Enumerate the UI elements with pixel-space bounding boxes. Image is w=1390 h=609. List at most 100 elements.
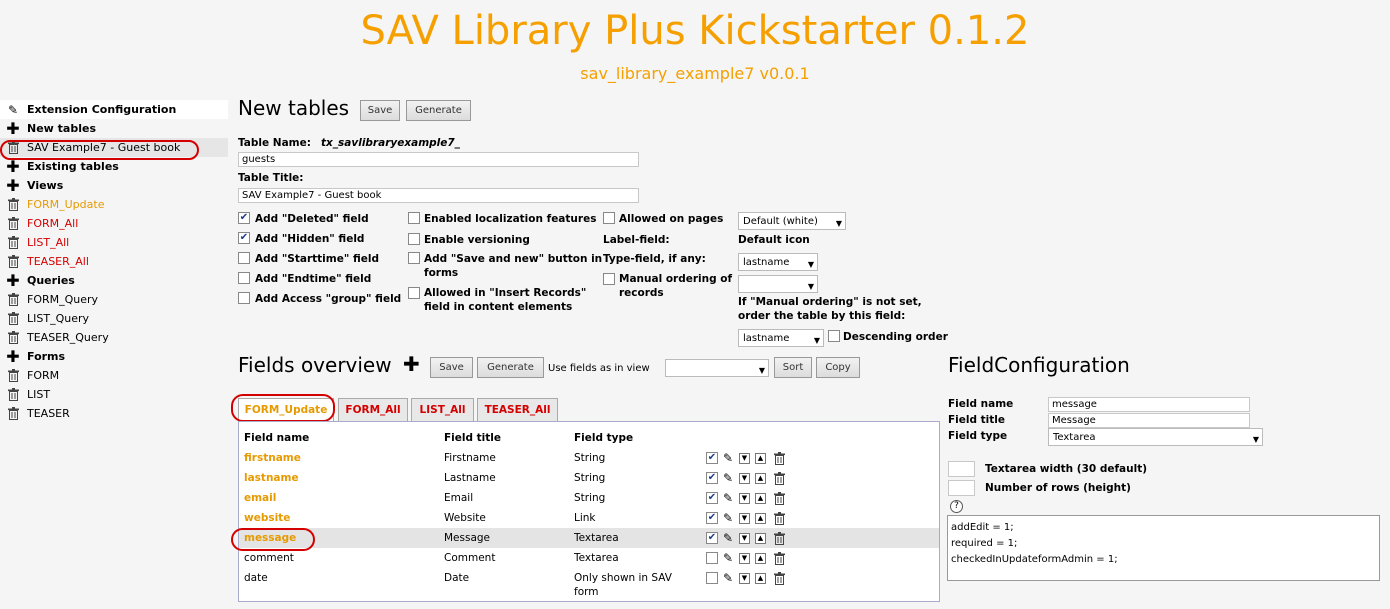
generate-button[interactable]: Generate — [406, 100, 471, 121]
table-option-checkbox[interactable]: ✔ — [238, 212, 250, 224]
sidebar-item[interactable]: ✚ Forms — [0, 347, 228, 366]
number-of-rows-input[interactable] — [948, 480, 975, 496]
table-row[interactable]: lastname Lastname String ✔ ✎ ▼ ▲ — [239, 468, 939, 488]
sidebar-item[interactable]: LIST_All — [0, 233, 228, 252]
table-title-input[interactable]: SAV Example7 - Guest book — [238, 188, 639, 203]
field-name-cell[interactable]: date — [244, 572, 268, 584]
move-up-icon[interactable]: ▲ — [755, 573, 766, 584]
field-enabled-checkbox[interactable]: ✔ — [706, 452, 718, 464]
table-option-checkbox[interactable] — [238, 272, 250, 284]
order-field-select[interactable]: lastname ▼ — [738, 329, 824, 347]
edit-icon[interactable]: ✎ — [723, 471, 733, 485]
fields-generate-button[interactable]: Generate — [477, 357, 544, 378]
move-down-icon[interactable]: ▼ — [739, 493, 750, 504]
field-title-input[interactable]: Message — [1048, 413, 1250, 428]
localization-checkbox[interactable] — [408, 212, 420, 224]
move-up-icon[interactable]: ▲ — [755, 493, 766, 504]
copy-button[interactable]: Copy — [816, 357, 860, 378]
sidebar-item[interactable]: LIST — [0, 385, 228, 404]
edit-icon[interactable]: ✎ — [723, 551, 733, 565]
fields-save-button[interactable]: Save — [430, 357, 473, 378]
tab-teaser-all[interactable]: TEASER_All — [477, 398, 558, 421]
tab-form-all[interactable]: FORM_All — [338, 398, 408, 421]
textarea-width-input[interactable] — [948, 461, 975, 477]
configuration-textarea[interactable]: addEdit = 1; required = 1; checkedInUpda… — [947, 515, 1380, 581]
sidebar-item[interactable]: TEASER_All — [0, 252, 228, 271]
table-row[interactable]: firstname Firstname String ✔ ✎ ▼ ▲ — [239, 448, 939, 468]
allowed-pages-checkbox[interactable] — [603, 212, 615, 224]
sidebar-item[interactable]: ✚ Queries — [0, 271, 228, 290]
edit-icon[interactable]: ✎ — [723, 491, 733, 505]
table-row[interactable]: email Email String ✔ ✎ ▼ ▲ — [239, 488, 939, 508]
field-name-cell[interactable]: firstname — [244, 452, 301, 464]
move-up-icon[interactable]: ▲ — [755, 513, 766, 524]
manual-ordering-checkbox[interactable] — [603, 273, 615, 285]
move-up-icon[interactable]: ▲ — [755, 473, 766, 484]
table-option-checkbox[interactable] — [238, 292, 250, 304]
descending-order-checkbox[interactable] — [828, 330, 840, 342]
label-field-select[interactable]: lastname ▼ — [738, 253, 818, 271]
add-field-icon[interactable]: ✚ — [403, 354, 420, 374]
table-row[interactable]: comment Comment Textarea ✎ ▼ ▲ — [239, 548, 939, 568]
field-enabled-checkbox[interactable] — [706, 572, 718, 584]
field-name-input[interactable]: message — [1048, 397, 1250, 412]
table-option-checkbox[interactable] — [238, 252, 250, 264]
sidebar-item[interactable]: FORM_All — [0, 214, 228, 233]
background-color-select[interactable]: Default (white) ▼ — [738, 212, 846, 230]
delete-icon[interactable] — [773, 572, 786, 588]
field-enabled-checkbox[interactable]: ✔ — [706, 512, 718, 524]
table-row[interactable]: date Date Only shown in SAV form ✎ ▼ ▲ — [239, 568, 939, 598]
move-down-icon[interactable]: ▼ — [739, 553, 750, 564]
field-enabled-checkbox[interactable] — [706, 552, 718, 564]
help-icon[interactable]: ? — [950, 500, 963, 513]
move-down-icon[interactable]: ▼ — [739, 473, 750, 484]
move-down-icon[interactable]: ▼ — [739, 573, 750, 584]
sort-button[interactable]: Sort — [774, 357, 812, 378]
move-down-icon[interactable]: ▼ — [739, 533, 750, 544]
move-up-icon[interactable]: ▲ — [755, 553, 766, 564]
edit-icon[interactable]: ✎ — [723, 511, 733, 525]
table-row[interactable]: message Message Textarea ✔ ✎ ▼ ▲ — [239, 528, 939, 548]
view-select[interactable]: ▼ — [665, 359, 769, 377]
delete-icon[interactable] — [773, 512, 786, 528]
edit-icon[interactable]: ✎ — [723, 571, 733, 585]
table-option-checkbox[interactable]: ✔ — [238, 232, 250, 244]
sidebar-item[interactable]: TEASER_Query — [0, 328, 228, 347]
field-enabled-checkbox[interactable]: ✔ — [706, 472, 718, 484]
field-enabled-checkbox[interactable]: ✔ — [706, 492, 718, 504]
edit-icon[interactable]: ✎ — [723, 531, 733, 545]
sidebar-item[interactable]: FORM_Query — [0, 290, 228, 309]
sidebar-item[interactable]: TEASER — [0, 404, 228, 423]
sidebar-item[interactable]: FORM_Update — [0, 195, 228, 214]
move-down-icon[interactable]: ▼ — [739, 513, 750, 524]
field-enabled-checkbox[interactable]: ✔ — [706, 532, 718, 544]
sidebar-item[interactable]: FORM — [0, 366, 228, 385]
field-name-cell[interactable]: email — [244, 492, 276, 504]
delete-icon[interactable] — [773, 452, 786, 468]
save-button[interactable]: Save — [360, 100, 400, 121]
save-and-new-checkbox[interactable] — [408, 252, 420, 264]
move-up-icon[interactable]: ▲ — [755, 533, 766, 544]
sidebar-item[interactable]: ✚ New tables — [0, 119, 228, 138]
edit-icon[interactable]: ✎ — [723, 451, 733, 465]
delete-icon[interactable] — [773, 472, 786, 488]
chevron-down-icon: ▼ — [807, 282, 814, 291]
delete-icon[interactable] — [773, 492, 786, 508]
type-field-select[interactable]: ▼ — [738, 275, 818, 293]
field-name-cell[interactable]: website — [244, 512, 290, 524]
tab-list-all[interactable]: LIST_All — [411, 398, 474, 421]
delete-icon[interactable] — [773, 532, 786, 548]
field-name-cell[interactable]: comment — [244, 552, 294, 564]
insert-records-checkbox[interactable] — [408, 287, 420, 299]
sidebar-item[interactable]: LIST_Query — [0, 309, 228, 328]
table-name-input[interactable]: guests — [238, 152, 639, 167]
field-name-cell[interactable]: lastname — [244, 472, 299, 484]
move-up-icon[interactable]: ▲ — [755, 453, 766, 464]
table-row[interactable]: website Website Link ✔ ✎ ▼ ▲ — [239, 508, 939, 528]
versioning-checkbox[interactable] — [408, 233, 420, 245]
field-type-select[interactable]: Textarea ▼ — [1048, 428, 1263, 446]
move-down-icon[interactable]: ▼ — [739, 453, 750, 464]
sidebar-item[interactable]: ✎ Extension Configuration — [0, 100, 228, 119]
sidebar-item[interactable]: ✚ Views — [0, 176, 228, 195]
delete-icon[interactable] — [773, 552, 786, 568]
